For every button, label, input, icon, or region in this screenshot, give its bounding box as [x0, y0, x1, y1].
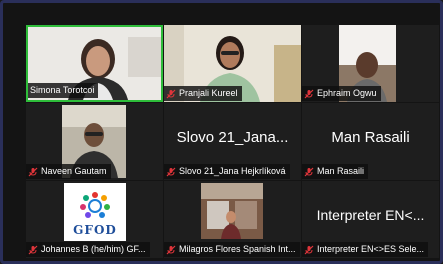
participant-tile-simona[interactable]: Simona Torotcoi [26, 25, 163, 102]
participant-name-label: Interpreter EN<>ES Sele... [302, 242, 429, 257]
participant-name-label: Slovo 21_Jana Hejkrlíková [164, 164, 290, 179]
participant-name-label: Johannes B (he/him) GF... [26, 242, 150, 257]
participant-display-name: Interpreter EN<... [316, 207, 425, 223]
gfod-logo-text: GFOD [73, 223, 117, 237]
participant-name-label: Man Rasaili [302, 164, 369, 179]
participant-tile-pranjali[interactable]: Pranjali Kureel [164, 25, 301, 102]
participant-name-label: Naveen Gautam [26, 164, 111, 179]
participant-video [201, 183, 263, 239]
participant-tile-interpreter[interactable]: Interpreter EN<... Interpreter EN<>ES Se… [302, 181, 439, 258]
participant-tile-johannes[interactable]: GFOD Johannes B (he/him) GF... [26, 181, 163, 258]
participant-tile-milagros[interactable]: Milagros Flores Spanish Int... [164, 181, 301, 258]
muted-mic-icon [304, 89, 314, 98]
meeting-window: Simona Torotcoi Pranjali Kureel Ephraim … [0, 0, 443, 264]
participant-name-label: Milagros Flores Spanish Int... [164, 242, 300, 257]
participant-tile-ephraim[interactable]: Ephraim Ogwu [302, 25, 439, 102]
muted-mic-icon [28, 167, 38, 176]
participant-display-name: Man Rasaili [331, 129, 410, 146]
muted-mic-icon [304, 245, 314, 254]
participant-tile-man-rasaili[interactable]: Man Rasaili Man Rasaili [302, 103, 439, 180]
gfod-logo: GFOD [64, 183, 126, 241]
participant-name-label: Ephraim Ogwu [302, 86, 381, 101]
muted-mic-icon [28, 245, 38, 254]
muted-mic-icon [166, 245, 176, 254]
participant-name-label: Pranjali Kureel [164, 86, 242, 101]
participant-tile-slovo21[interactable]: Slovo 21_Jana... Slovo 21_Jana Hejkrlíko… [164, 103, 301, 180]
muted-mic-icon [166, 89, 176, 98]
participant-name-label: Simona Torotcoi [28, 83, 99, 98]
muted-mic-icon [304, 167, 314, 176]
muted-mic-icon [166, 167, 176, 176]
participant-display-name: Slovo 21_Jana... [176, 129, 289, 146]
participant-tile-naveen[interactable]: Naveen Gautam [26, 103, 163, 180]
